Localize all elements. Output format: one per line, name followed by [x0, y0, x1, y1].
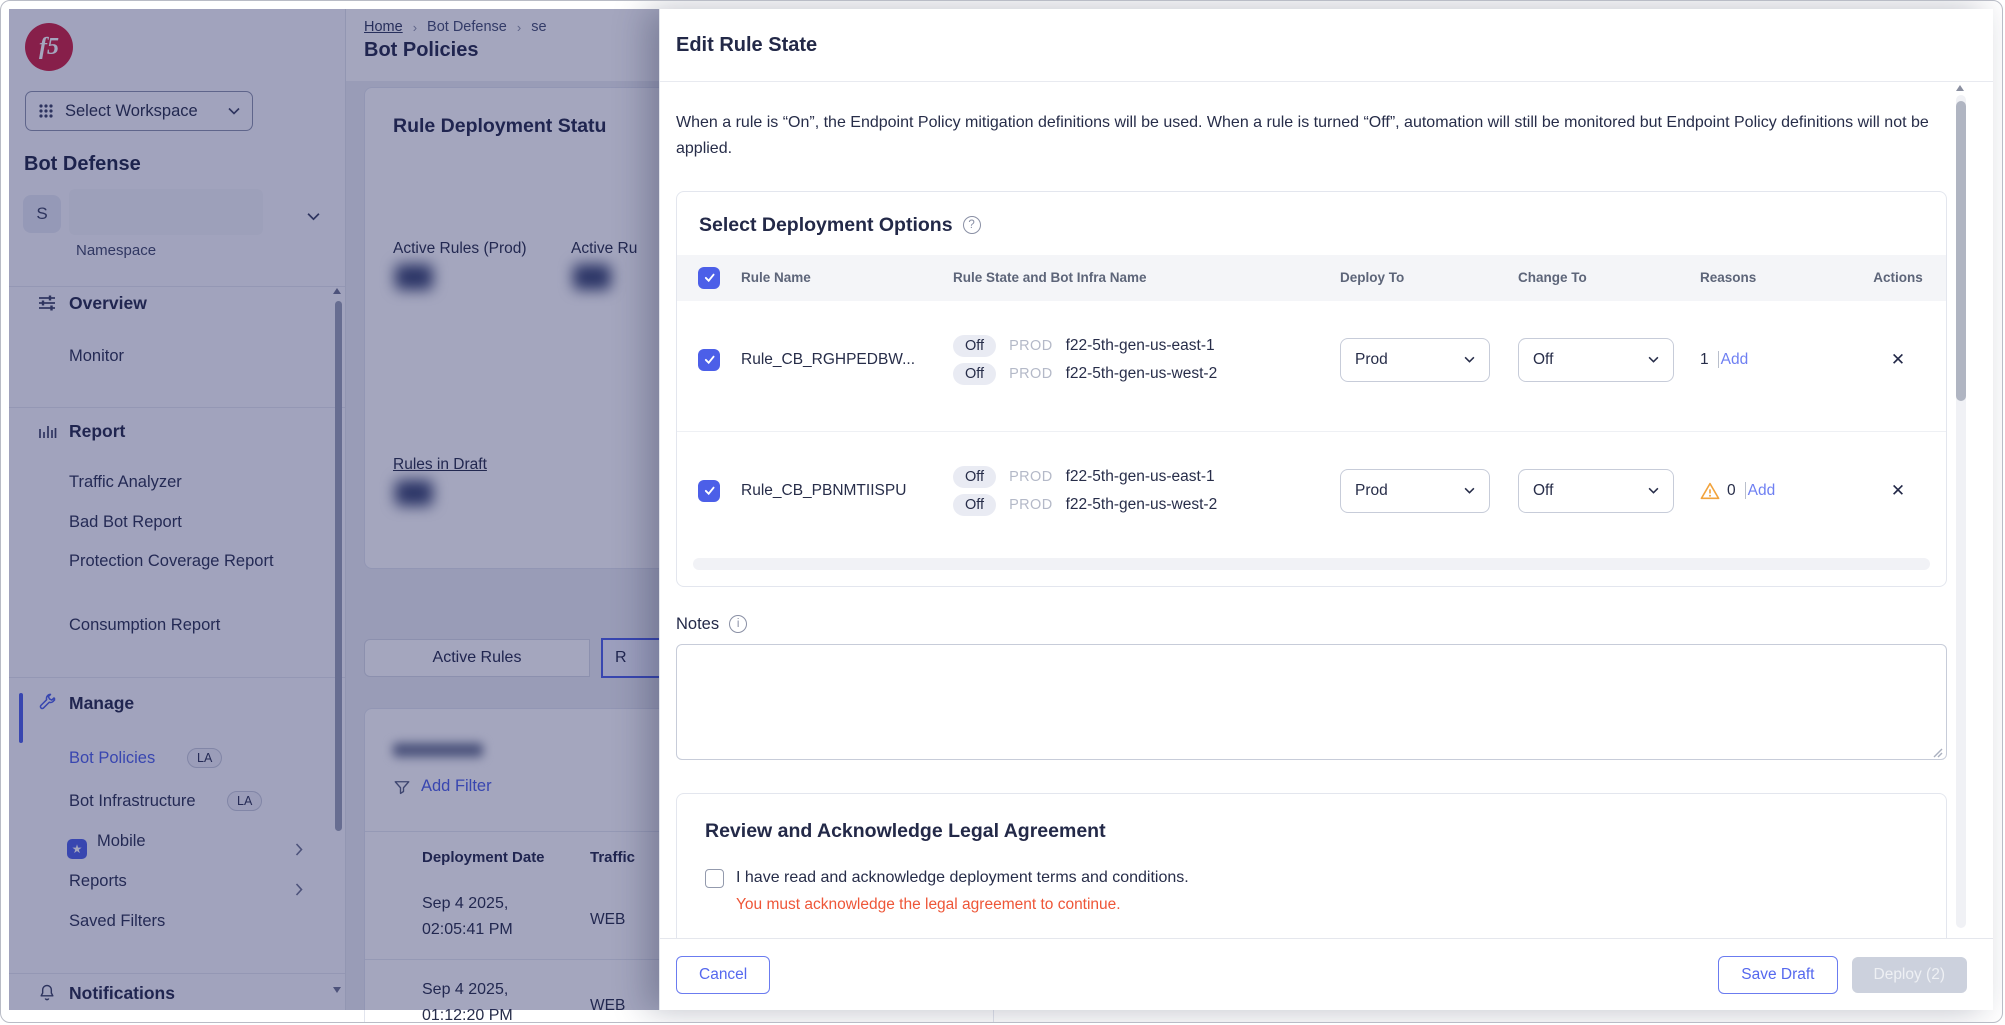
drawer-scrollbar[interactable] — [1956, 95, 1966, 928]
column-header-actions: Actions — [1850, 270, 1946, 285]
rule-row: Rule_CB_PBNMTIISPU Off PROD f22-5th-gen-… — [677, 431, 1946, 550]
scrollbar-up-arrow[interactable] — [1956, 85, 1964, 91]
chevron-down-icon — [1648, 487, 1659, 494]
notes-textarea[interactable] — [676, 644, 1947, 760]
reasons-count: 0 — [1727, 482, 1736, 500]
rule-row: Rule_CB_RGHPEDBW... Off PROD f22-5th-gen… — [677, 301, 1946, 431]
chevron-down-icon — [1648, 356, 1659, 363]
env-label: PROD — [1009, 497, 1053, 513]
app-window: f5 Select Workspace Bot Defense S Namesp… — [0, 0, 2003, 1023]
drawer-body: When a rule is “On”, the Endpoint Policy… — [660, 82, 1993, 938]
acknowledge-label: I have read and acknowledge deployment t… — [736, 869, 1189, 887]
help-icon[interactable]: ? — [963, 216, 981, 234]
reasons-count: 1 — [1700, 351, 1709, 369]
column-header-reasons: Reasons — [1700, 270, 1850, 285]
modal-dim-overlay — [9, 9, 659, 1010]
chevron-down-icon — [1464, 487, 1475, 494]
chevron-down-icon — [1464, 356, 1475, 363]
warning-icon — [1700, 482, 1720, 500]
infra-name: f22-5th-gen-us-west-2 — [1066, 365, 1218, 383]
column-header-rule-state: Rule State and Bot Infra Name — [953, 270, 1340, 285]
rule-state-pill: Off — [953, 335, 996, 357]
deploy-to-select[interactable]: Prod — [1340, 338, 1490, 382]
acknowledge-checkbox[interactable] — [705, 869, 724, 888]
remove-row-button[interactable]: ✕ — [1891, 350, 1905, 369]
deployment-options-title: Select Deployment Options — [699, 214, 953, 237]
rule-state-pill: Off — [953, 466, 996, 488]
cancel-button[interactable]: Cancel — [676, 956, 770, 994]
notes-label: Notes — [676, 615, 719, 634]
save-draft-button[interactable]: Save Draft — [1718, 956, 1837, 994]
column-header-rule-name: Rule Name — [741, 270, 953, 285]
legal-agreement-card: Review and Acknowledge Legal Agreement I… — [676, 793, 1947, 938]
edit-rule-state-drawer: Edit Rule State When a rule is “On”, the… — [659, 9, 1993, 1010]
deployment-options-card: Select Deployment Options ? Rule Name Ru… — [676, 191, 1947, 587]
add-reason-link[interactable]: Add — [1748, 482, 1776, 500]
deploy-button[interactable]: Deploy (2) — [1852, 957, 1968, 993]
env-label: PROD — [1009, 469, 1053, 485]
deploy-to-select[interactable]: Prod — [1340, 469, 1490, 513]
column-header-deploy-to: Deploy To — [1340, 270, 1518, 285]
rule-state-pill: Off — [953, 363, 996, 385]
infra-name: f22-5th-gen-us-east-1 — [1066, 337, 1215, 355]
env-label: PROD — [1009, 338, 1053, 354]
info-icon[interactable]: i — [729, 615, 747, 633]
drawer-scrollbar-thumb[interactable] — [1956, 101, 1966, 401]
drawer-description: When a rule is “On”, the Endpoint Policy… — [676, 110, 1947, 163]
legal-title: Review and Acknowledge Legal Agreement — [705, 820, 1918, 843]
infra-name: f22-5th-gen-us-west-2 — [1066, 496, 1218, 514]
drawer-header: Edit Rule State — [660, 9, 1993, 82]
column-header-change-to: Change To — [1518, 270, 1700, 285]
remove-row-button[interactable]: ✕ — [1891, 481, 1905, 500]
horizontal-scrollbar[interactable] — [693, 558, 1930, 570]
infra-name: f22-5th-gen-us-east-1 — [1066, 468, 1215, 486]
add-reason-link[interactable]: Add — [1721, 351, 1749, 369]
row-checkbox[interactable] — [698, 480, 720, 502]
infra-line: Off PROD f22-5th-gen-us-east-1 — [953, 335, 1340, 357]
rule-state-pill: Off — [953, 494, 996, 516]
drawer-footer: Cancel Save Draft Deploy (2) — [660, 938, 1993, 1010]
rule-name: Rule_CB_RGHPEDBW... — [741, 351, 953, 369]
infra-line: Off PROD f22-5th-gen-us-west-2 — [953, 363, 1340, 385]
change-to-select[interactable]: Off — [1518, 469, 1674, 513]
infra-line: Off PROD f22-5th-gen-us-east-1 — [953, 466, 1340, 488]
legal-error-message: You must acknowledge the legal agreement… — [736, 896, 1918, 914]
select-all-checkbox[interactable] — [698, 267, 720, 289]
row-checkbox[interactable] — [698, 349, 720, 371]
options-table-header: Rule Name Rule State and Bot Infra Name … — [677, 255, 1946, 301]
env-label: PROD — [1009, 366, 1053, 382]
rule-name: Rule_CB_PBNMTIISPU — [741, 482, 953, 500]
drawer-title: Edit Rule State — [676, 34, 817, 57]
change-to-select[interactable]: Off — [1518, 338, 1674, 382]
infra-line: Off PROD f22-5th-gen-us-west-2 — [953, 494, 1340, 516]
resize-handle-icon[interactable] — [1933, 748, 1943, 758]
